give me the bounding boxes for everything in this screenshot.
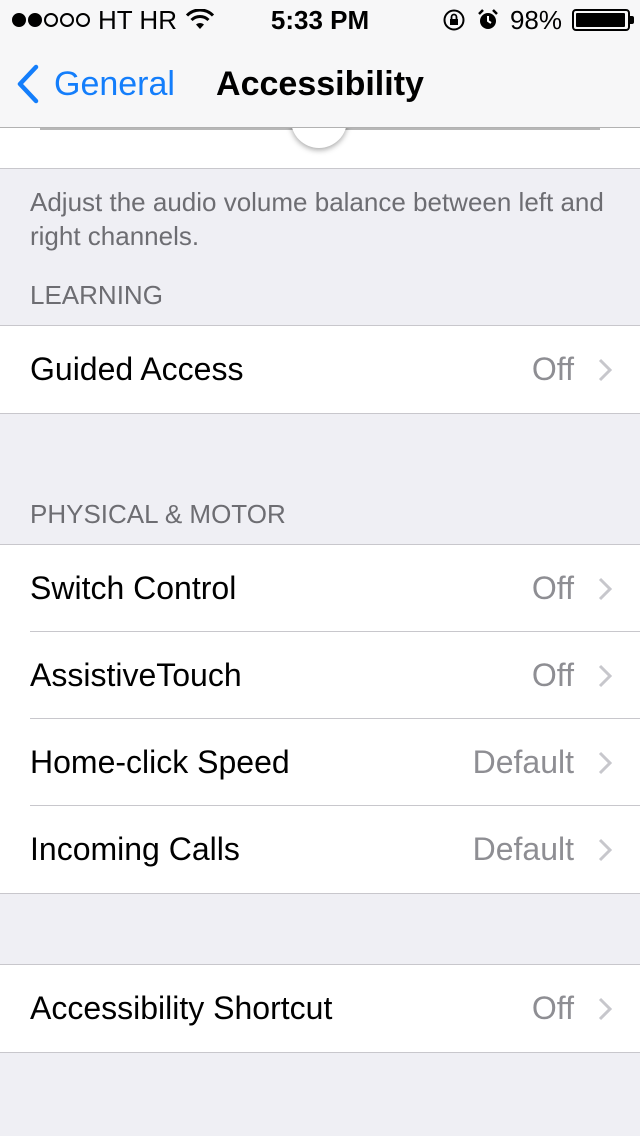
balance-description: Adjust the audio volume balance between … (30, 187, 604, 251)
chevron-right-icon (598, 358, 612, 381)
cell-label: Switch Control (30, 570, 237, 606)
status-bar: HT HR 5:33 PM 98% (0, 0, 640, 40)
cell-value: Default (472, 744, 574, 780)
section-header-learning: LEARNING (30, 280, 163, 310)
battery-icon (572, 9, 634, 31)
cell-switch-control[interactable]: Switch Control Off (0, 545, 640, 632)
group-shortcut: Accessibility Shortcut Off (0, 964, 640, 1053)
cell-value: Default (472, 831, 574, 867)
chevron-right-icon (598, 838, 612, 861)
settings-list: Adjust the audio volume balance between … (0, 128, 640, 1053)
battery-tip (630, 16, 634, 24)
cell-label: Accessibility Shortcut (30, 990, 333, 1026)
cell-value: Off (531, 570, 574, 606)
group-learning: Guided Access Off (0, 325, 640, 414)
chevron-right-icon (598, 751, 612, 774)
cell-value: Off (531, 657, 574, 693)
cell-label: Guided Access (30, 351, 244, 387)
cell-label: Home-click Speed (30, 744, 290, 780)
status-right: 98% (442, 0, 634, 40)
cell-assistivetouch[interactable]: AssistiveTouch Off (0, 631, 640, 719)
cell-label: Incoming Calls (30, 831, 240, 867)
cell-incoming-calls[interactable]: Incoming Calls Default (0, 805, 640, 893)
battery-percent: 98% (509, 5, 562, 35)
chevron-right-icon (598, 997, 612, 1020)
cell-value: Off (531, 990, 574, 1026)
section-header-physical-motor: PHYSICAL & MOTOR (30, 499, 286, 529)
group-physical-motor: Switch Control Off AssistiveTouch Off Ho… (0, 544, 640, 894)
orientation-lock-icon (443, 9, 465, 31)
cell-guided-access[interactable]: Guided Access Off (0, 326, 640, 413)
cell-accessibility-shortcut[interactable]: Accessibility Shortcut Off (0, 965, 640, 1052)
battery-level (576, 13, 625, 27)
cell-label: AssistiveTouch (30, 657, 242, 693)
balance-slider-knob[interactable] (291, 128, 347, 148)
balance-slider-row (0, 128, 640, 169)
chevron-right-icon (598, 664, 612, 687)
page-title: Accessibility (216, 65, 424, 103)
navigation-bar: General Accessibility (0, 40, 640, 128)
alarm-clock-icon (478, 9, 498, 29)
cell-value: Off (531, 351, 574, 387)
chevron-right-icon (598, 577, 612, 600)
cell-home-click-speed[interactable]: Home-click Speed Default (0, 718, 640, 806)
